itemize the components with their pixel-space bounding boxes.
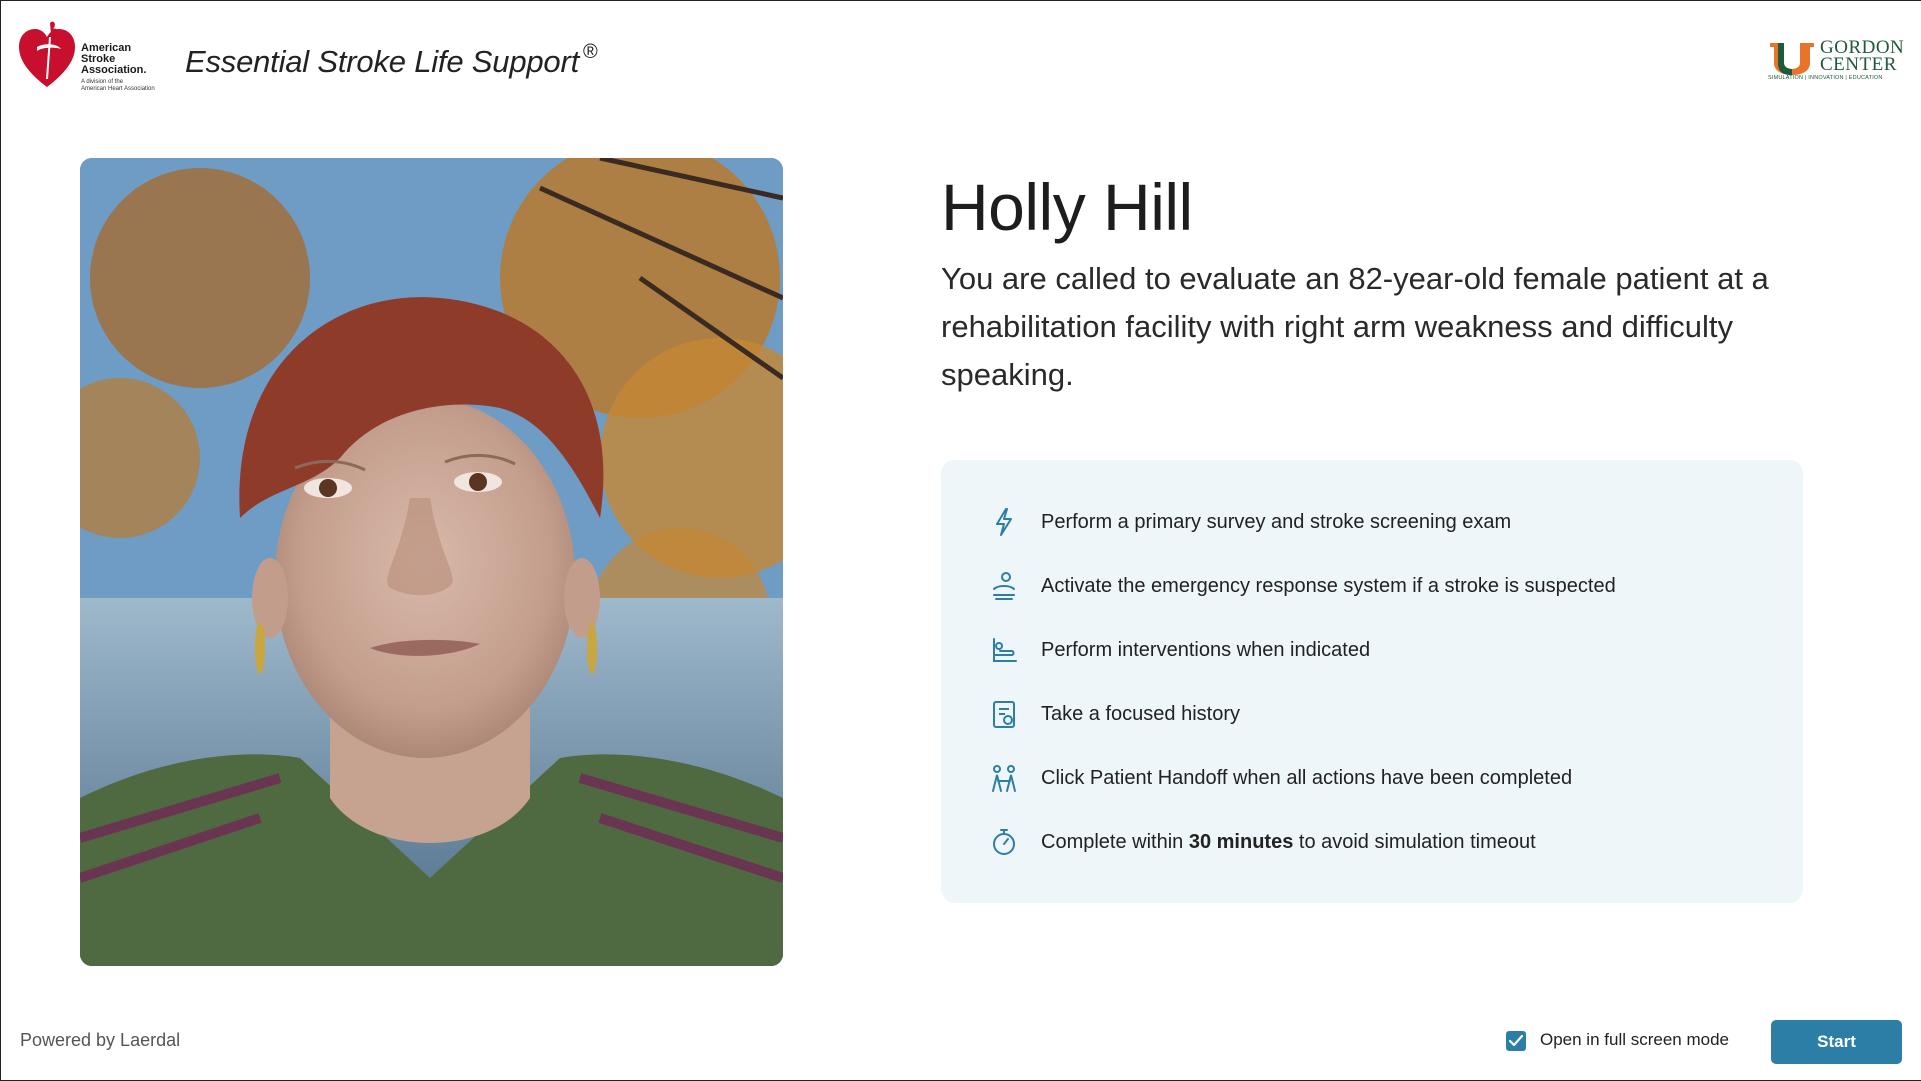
emergency-call-icon [989, 571, 1019, 601]
scenario-description: You are called to evaluate an 82-year-ol… [941, 261, 1769, 392]
patient-portrait-image [80, 158, 783, 966]
objective-text: Perform a primary survey and stroke scre… [1041, 510, 1512, 533]
history-clipboard-icon [989, 699, 1019, 729]
start-button[interactable]: Start [1771, 1020, 1902, 1064]
objective-text: Click Patient Handoff when all actions h… [1041, 766, 1573, 789]
registered-mark: ® [582, 41, 598, 63]
fullscreen-label[interactable]: Open in full screen mode [1540, 1030, 1729, 1050]
objective-text: Take a focused history [1041, 702, 1240, 725]
powered-by-label: Powered by Laerdal [20, 1030, 181, 1050]
objective-item: Click Patient Handoff when all actions h… [989, 758, 1572, 798]
stopwatch-icon [989, 827, 1019, 857]
objective-item: Take a focused history [989, 694, 1240, 734]
gordon-center-wordmark: GORDON CENTER [1820, 37, 1905, 75]
heart-torch-icon [19, 21, 75, 87]
lightning-icon [989, 507, 1019, 537]
gordon-center-logo: GORDON CENTER SIMULATION | INNOVATION | … [1768, 37, 1905, 85]
u-mark-icon [1770, 43, 1814, 75]
objective-text: Activate the emergency response system i… [1041, 574, 1616, 597]
app-title: Essential Stroke Life Support ® [185, 41, 598, 80]
checkmark-icon [1509, 1035, 1523, 1047]
objective-item: Perform a primary survey and stroke scre… [989, 502, 1511, 542]
handoff-icon [989, 763, 1019, 793]
patient-portrait-illustration [80, 158, 783, 966]
objective-item: Activate the emergency response system i… [989, 566, 1616, 606]
objective-text: Complete within 30 minutes to avoid simu… [1041, 830, 1536, 853]
objective-text: Perform interventions when indicated [1041, 638, 1371, 661]
aha-logo-subtext: A division of the American Heart Associa… [81, 79, 155, 92]
aha-logo-text: American Stroke Association. [81, 42, 147, 76]
app-window: American Stroke Association. A division … [0, 0, 1921, 1081]
fullscreen-checkbox[interactable] [1506, 1031, 1526, 1051]
gordon-center-tagline: SIMULATION | INNOVATION | EDUCATION [1768, 75, 1883, 81]
intervention-icon [989, 635, 1019, 665]
objective-item: Perform interventions when indicated [989, 630, 1370, 670]
patient-name: Holly Hill [941, 170, 1193, 244]
app-title-text: Essential Stroke Life Support [185, 44, 579, 79]
american-stroke-association-logo: American Stroke Association. A division … [17, 17, 167, 97]
objectives-panel: Perform a primary survey and stroke scre… [941, 460, 1803, 903]
objective-item: Complete within 30 minutes to avoid simu… [989, 822, 1536, 862]
